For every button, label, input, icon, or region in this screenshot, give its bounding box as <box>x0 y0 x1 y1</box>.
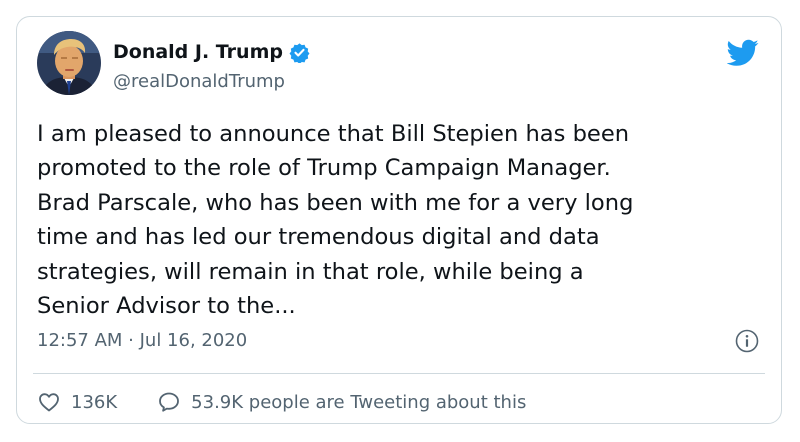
tweet-timestamp[interactable]: 12:57 AM · Jul 16, 2020 <box>37 330 247 351</box>
divider <box>33 373 765 374</box>
like-count: 136K <box>71 391 118 413</box>
like-button[interactable]: 136K <box>37 390 117 414</box>
talking-about-text: 53.9K people are Tweeting about this <box>191 391 527 413</box>
author-display-name[interactable]: Donald J. Trump <box>113 41 283 63</box>
tweet-text-line: I am pleased to announce that Bill Stepi… <box>37 121 630 147</box>
talking-about-link[interactable]: 53.9K people are Tweeting about this <box>157 390 526 414</box>
verified-badge-icon <box>289 42 310 63</box>
profile-photo-icon <box>37 31 101 95</box>
tweet-text-line: time and has led our tremendous digital … <box>37 224 600 251</box>
author-handle[interactable]: @realDonaldTrump <box>113 71 285 92</box>
heart-icon <box>39 393 59 412</box>
tweet-card[interactable]: Donald J. Trump @realDonaldTrump I am pl… <box>16 16 782 424</box>
tweet-text-line: strategies, will remain in that role, wh… <box>37 258 584 285</box>
tweet-actions: 136K 53.9K people are Tweeting about thi… <box>37 385 526 419</box>
tweet-text-line: Brad Parscale, who has been with me for … <box>37 189 634 216</box>
avatar[interactable] <box>37 31 101 95</box>
tweet-text-line: promoted to the role of Trump Campaign M… <box>37 155 611 182</box>
speech-bubble-icon <box>159 392 180 412</box>
twitter-bird-icon[interactable] <box>727 39 759 67</box>
info-icon[interactable] <box>735 329 759 353</box>
author-name-row[interactable]: Donald J. Trump <box>113 41 310 63</box>
tweet-text: I am pleased to announce that Bill Stepi… <box>37 117 767 323</box>
tweet-text-line: Senior Advisor to the... <box>37 293 296 320</box>
